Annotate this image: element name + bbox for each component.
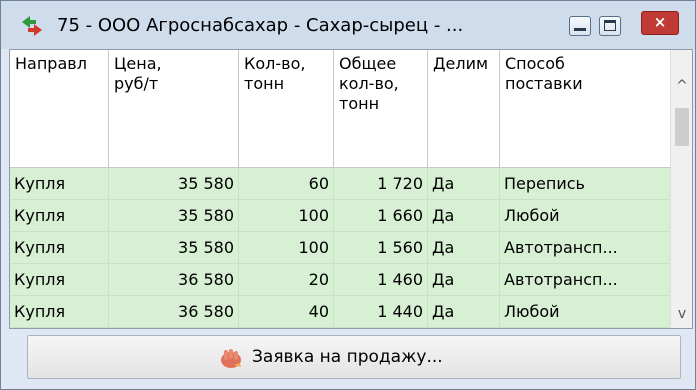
exchange-arrows-icon [22,16,42,36]
window-title: 75 - ООО Агроснабсахар - Сахар-сырец - .… [57,15,464,36]
column-header-price[interactable]: Цена, руб/т [109,50,239,167]
cell-divisible: Да [428,168,500,199]
table-row[interactable]: Купля 35 580 100 1 660 Да Любой [10,200,670,232]
table-row[interactable]: Купля 35 580 60 1 720 Да Перепись [10,168,670,200]
cell-total-quantity: 1 660 [334,200,428,231]
hand-icon [221,349,241,368]
cell-direction: Купля [10,264,109,295]
column-header-divisible[interactable]: Делим [428,50,500,167]
cell-direction: Купля [10,232,109,263]
table-row[interactable]: Купля 36 580 20 1 460 Да Автотрансп... [10,264,670,296]
cell-delivery-method: Перепись [504,174,585,193]
title-bar[interactable]: 75 - ООО Агроснабсахар - Сахар-сырец - .… [1,1,695,49]
cell-divisible: Да [428,264,500,295]
cell-delivery-method: Любой [504,206,560,225]
cell-quantity: 20 [239,264,334,295]
sell-order-button[interactable]: Заявка на продажу... [27,335,681,379]
close-button[interactable]: × [641,11,679,35]
column-header-direction[interactable]: Направл [10,50,109,167]
cell-total-quantity: 1 440 [334,296,428,327]
minimize-button[interactable] [569,16,591,36]
quotes-table[interactable]: Направл Цена, руб/т Кол-во, тонн Общее к… [9,49,693,329]
scroll-up-arrow-icon[interactable]: ^ [671,76,692,96]
scroll-thumb[interactable] [675,108,689,146]
scroll-down-arrow-icon[interactable]: v [671,304,692,324]
vertical-scrollbar[interactable]: ^ v [670,50,692,328]
cell-total-quantity: 1 560 [334,232,428,263]
cell-price: 36 580 [109,296,239,327]
cell-quantity: 100 [239,200,334,231]
column-header-total-quantity[interactable]: Общее кол-во, тонн [334,50,428,167]
cell-quantity: 60 [239,168,334,199]
cell-divisible: Да [428,200,500,231]
cell-direction: Купля [10,168,109,199]
cell-delivery-method: Любой [504,302,560,321]
maximize-button[interactable] [599,16,621,36]
cell-quantity: 100 [239,232,334,263]
table-row[interactable]: Купля 36 580 40 1 440 Да Любой [10,296,670,328]
cell-direction: Купля [10,200,109,231]
cell-price: 35 580 [109,232,239,263]
cell-direction: Купля [10,296,109,327]
table-row[interactable]: Купля 35 580 100 1 560 Да Автотрансп... [10,232,670,264]
table-body: Купля 35 580 60 1 720 Да Перепись Купля … [10,168,670,328]
order-window: 75 - ООО Агроснабсахар - Сахар-сырец - .… [0,0,696,390]
cell-total-quantity: 1 720 [334,168,428,199]
table-header: Направл Цена, руб/т Кол-во, тонн Общее к… [10,50,670,168]
cell-quantity: 40 [239,296,334,327]
column-header-delivery-method[interactable]: Способ поставки [500,50,670,167]
cell-divisible: Да [428,296,500,327]
cell-price: 36 580 [109,264,239,295]
cell-price: 35 580 [109,168,239,199]
cell-delivery-method: Автотрансп... [504,270,618,289]
cell-divisible: Да [428,232,500,263]
cell-delivery-method: Автотрансп... [504,238,618,257]
cell-total-quantity: 1 460 [334,264,428,295]
sell-order-label: Заявка на продажу... [252,347,443,367]
cell-price: 35 580 [109,200,239,231]
column-header-quantity[interactable]: Кол-во, тонн [239,50,334,167]
